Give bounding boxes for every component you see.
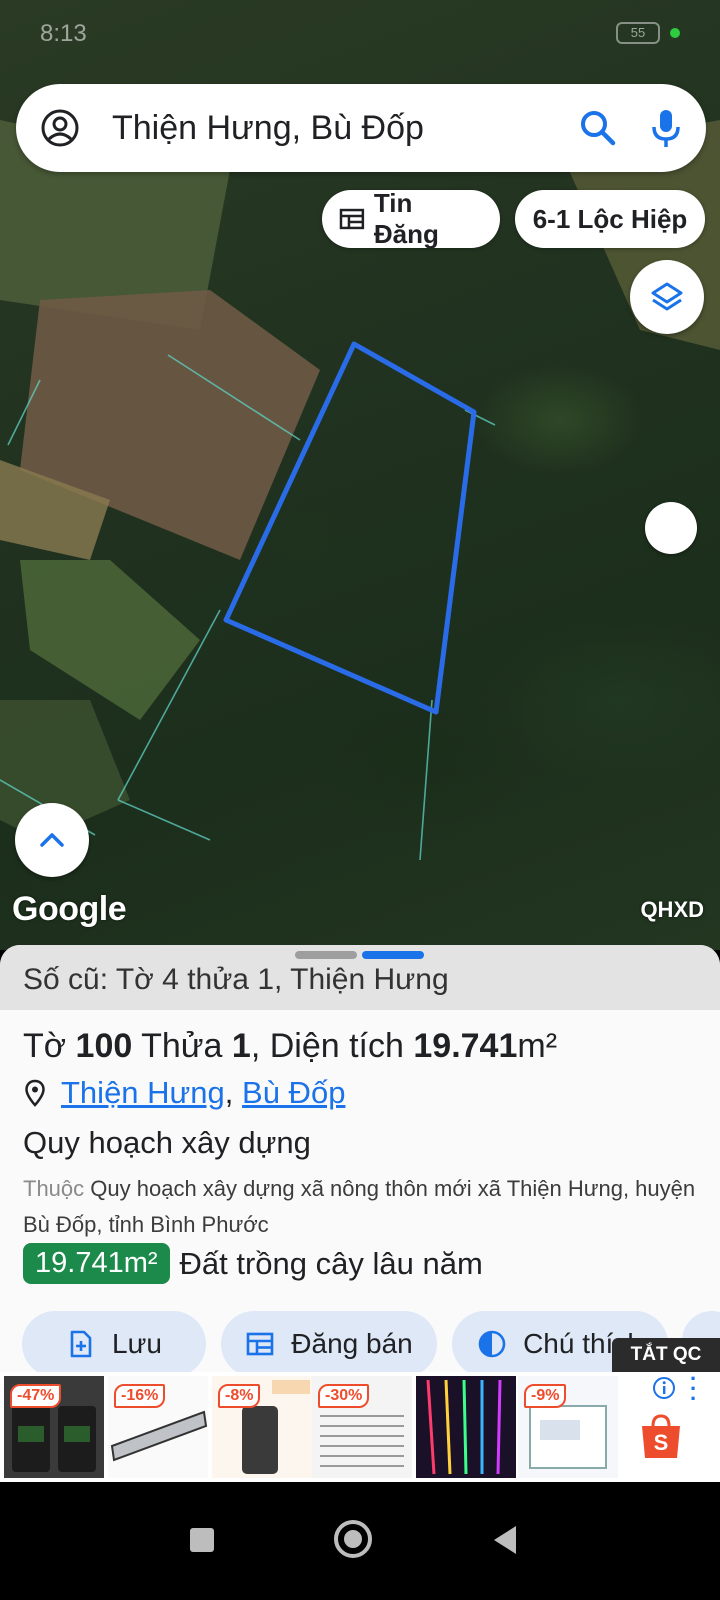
- parcel-title: Tờ 100 Thửa 1, Diện tích 19.741m²: [23, 1027, 557, 1066]
- parcel-info-sheet[interactable]: Số cũ: Tờ 4 thửa 1, Thiện Hưng Tờ 100 Th…: [0, 945, 720, 1400]
- save-button-label: Lưu: [112, 1328, 162, 1359]
- plan-description: Thuộc Quy hoạch xây dựng xã nông thôn mớ…: [23, 1171, 703, 1243]
- location-line: Thiện Hưng, Bù Đốp: [23, 1075, 345, 1111]
- discount-badge: -16%: [114, 1384, 166, 1408]
- battery-icon: 55: [616, 22, 660, 44]
- discount-badge: -8%: [218, 1384, 261, 1408]
- area-value: 19.741: [413, 1027, 518, 1065]
- microphone-icon[interactable]: [644, 106, 688, 150]
- account-icon[interactable]: [40, 108, 80, 148]
- back-icon[interactable]: [486, 1520, 526, 1560]
- listing-icon: [339, 208, 365, 230]
- location-chip[interactable]: 6-1 Lộc Hiệp: [515, 190, 705, 248]
- layers-button[interactable]: [630, 260, 704, 334]
- sheet-label: Tờ: [23, 1027, 67, 1065]
- discount-badge: -30%: [318, 1384, 370, 1408]
- old-number-banner: Số cũ: Tờ 4 thửa 1, Thiện Hưng: [0, 945, 720, 1010]
- ad-item[interactable]: [416, 1376, 516, 1478]
- close-ads-button[interactable]: TẮT QC: [612, 1338, 720, 1372]
- area-badge: 19.741m²: [23, 1243, 170, 1284]
- recent-apps-icon[interactable]: [182, 1520, 222, 1560]
- ad-item[interactable]: -8%: [212, 1376, 312, 1478]
- search-icon[interactable]: [576, 106, 620, 150]
- discount-badge: -9%: [524, 1384, 567, 1408]
- plan-desc-prefix: Thuộc: [23, 1176, 85, 1201]
- land-type: Đất trồng cây lâu năm: [179, 1245, 483, 1281]
- google-logo: Google: [12, 890, 127, 928]
- contrast-icon: [478, 1330, 506, 1358]
- sheet-number: 100: [75, 1027, 133, 1065]
- sheet-handle[interactable]: [295, 951, 357, 959]
- map-view[interactable]: 8:13 55 Thiện Hưng, Bù Đốp Tin Đăng 6-1 …: [0, 0, 720, 950]
- post-button-label: Đăng bán: [291, 1328, 413, 1359]
- search-query[interactable]: Thiện Hưng, Bù Đốp: [112, 108, 424, 148]
- plot-number: 1: [231, 1027, 251, 1065]
- layer-label: QHXD: [640, 897, 704, 922]
- area-unit: m²: [517, 1027, 558, 1065]
- layers-icon: [651, 282, 683, 311]
- discount-badge: -47%: [10, 1384, 62, 1408]
- status-icons: 55: [616, 22, 680, 44]
- ad-banner[interactable]: -47% -16% -8% -30% -9% · · · S: [0, 1368, 720, 1482]
- expand-up-button[interactable]: [15, 803, 89, 877]
- listings-chip[interactable]: Tin Đăng: [322, 188, 500, 249]
- status-bar: 8:13 55: [0, 0, 720, 60]
- system-navigation-bar: [0, 1482, 720, 1600]
- shopee-logo-icon: S: [642, 1414, 680, 1458]
- ad-info-icon[interactable]: [652, 1376, 676, 1400]
- plot-label: Thửa: [141, 1027, 223, 1065]
- search-bar[interactable]: Thiện Hưng, Bù Đốp: [16, 84, 706, 172]
- status-time: 8:13: [40, 20, 87, 47]
- chevron-up-icon: [40, 833, 64, 847]
- save-button[interactable]: Lưu: [22, 1311, 206, 1377]
- area-label: , Diện tích: [250, 1027, 404, 1065]
- ad-item[interactable]: -47%: [4, 1376, 104, 1478]
- shopee-letter: S: [654, 1430, 669, 1455]
- ad-options-icon[interactable]: · · ·: [690, 1368, 697, 1410]
- ad-item[interactable]: -16%: [108, 1376, 208, 1478]
- plan-desc-text: Quy hoạch xây dựng xã nông thôn mới xã T…: [23, 1176, 696, 1237]
- add-document-icon: [70, 1330, 92, 1358]
- ad-product-image: [426, 1379, 502, 1475]
- land-use-row: 19.741m² Đất trồng cây lâu năm: [23, 1243, 483, 1284]
- sheet-handle-active[interactable]: [362, 951, 424, 959]
- location-chip-label: 6-1 Lộc Hiệp: [532, 203, 688, 234]
- plan-title: Quy hoạch xây dựng: [23, 1125, 311, 1160]
- ad-item[interactable]: -30%: [312, 1376, 412, 1478]
- post-for-sale-button[interactable]: Đăng bán: [221, 1311, 437, 1377]
- home-icon[interactable]: [330, 1516, 376, 1562]
- location-pin-icon: [25, 1079, 45, 1107]
- listing-icon: [246, 1332, 274, 1356]
- district-link[interactable]: Bù Đốp: [242, 1075, 345, 1111]
- scroll-handle[interactable]: [645, 502, 697, 554]
- location-separator: ,: [224, 1075, 234, 1110]
- old-number-text: Số cũ: Tờ 4 thửa 1, Thiện Hưng: [23, 963, 449, 996]
- privacy-indicator-icon: [670, 28, 680, 38]
- ad-item[interactable]: -9%: [518, 1376, 618, 1478]
- listings-chip-label: Tin Đăng: [373, 188, 439, 249]
- commune-link[interactable]: Thiện Hưng: [61, 1075, 225, 1111]
